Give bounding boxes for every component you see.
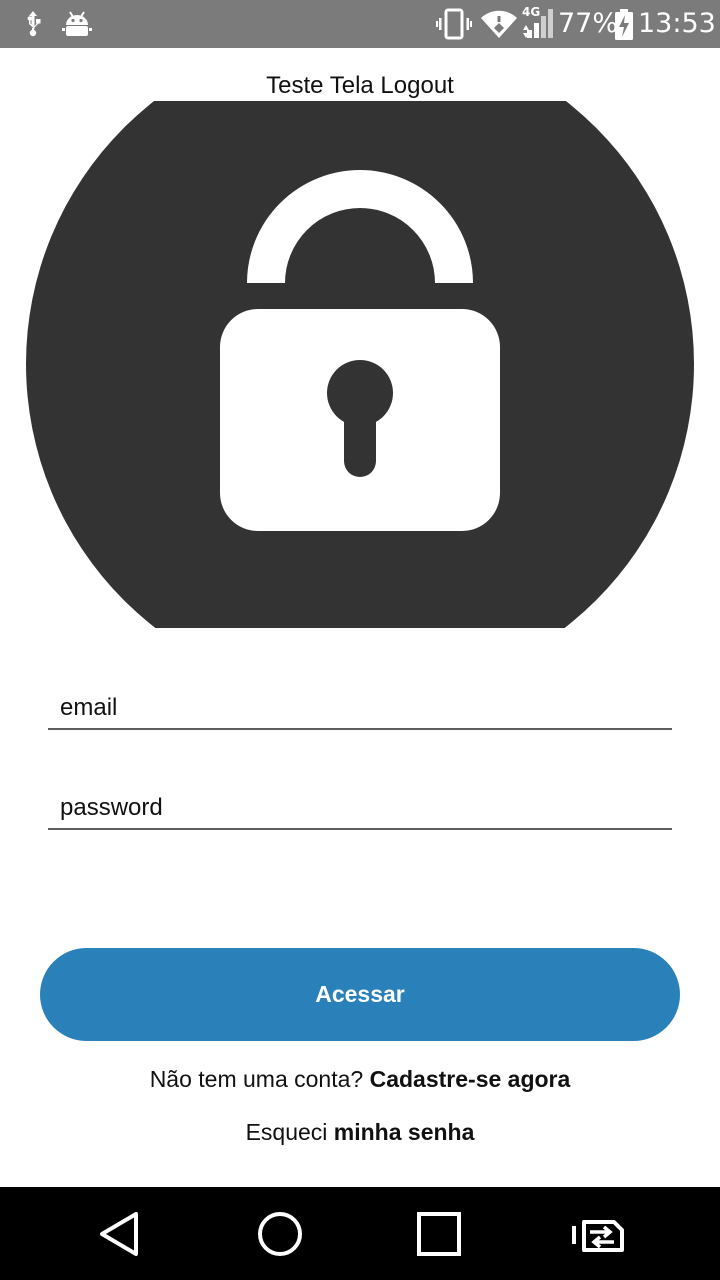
email-input[interactable] — [48, 690, 672, 726]
signup-link[interactable]: Cadastre-se agora — [370, 1066, 571, 1092]
password-input[interactable] — [48, 790, 672, 826]
switch-sim-button[interactable] — [538, 1187, 658, 1280]
lock-icon — [26, 101, 694, 628]
page-title: Teste Tela Logout — [266, 72, 454, 99]
wifi-icon — [480, 10, 518, 44]
status-bar: 4G 77% 13:53 — [0, 0, 720, 48]
home-icon — [258, 1211, 302, 1256]
recents-icon — [417, 1211, 461, 1256]
forgot-prefix: Esqueci — [245, 1119, 328, 1145]
login-button[interactable]: Acessar — [40, 948, 680, 1041]
forgot-password-link[interactable]: minha senha — [334, 1119, 475, 1145]
battery-percent: 77% — [558, 8, 619, 39]
back-button[interactable] — [60, 1187, 180, 1280]
email-field[interactable] — [48, 690, 672, 730]
recents-button[interactable] — [379, 1187, 499, 1280]
network-type-label: 4G — [522, 5, 541, 19]
signup-line: Não tem uma conta? Cadastre-se agora — [0, 1063, 720, 1095]
switch-sim-icon — [572, 1219, 624, 1252]
clock: 13:53 — [638, 8, 716, 39]
usb-icon — [20, 9, 46, 43]
password-field[interactable] — [48, 790, 672, 830]
android-debug-icon — [62, 9, 92, 43]
signup-prefix: Não tem uma conta? — [149, 1066, 364, 1092]
back-icon — [100, 1211, 138, 1256]
forgot-password-line: Esqueci minha senha — [0, 1116, 720, 1148]
hero-lock-image — [26, 101, 694, 628]
vibrate-icon — [436, 8, 472, 44]
navigation-bar — [0, 1187, 720, 1280]
home-button[interactable] — [220, 1187, 340, 1280]
battery-charging-icon — [614, 9, 634, 45]
